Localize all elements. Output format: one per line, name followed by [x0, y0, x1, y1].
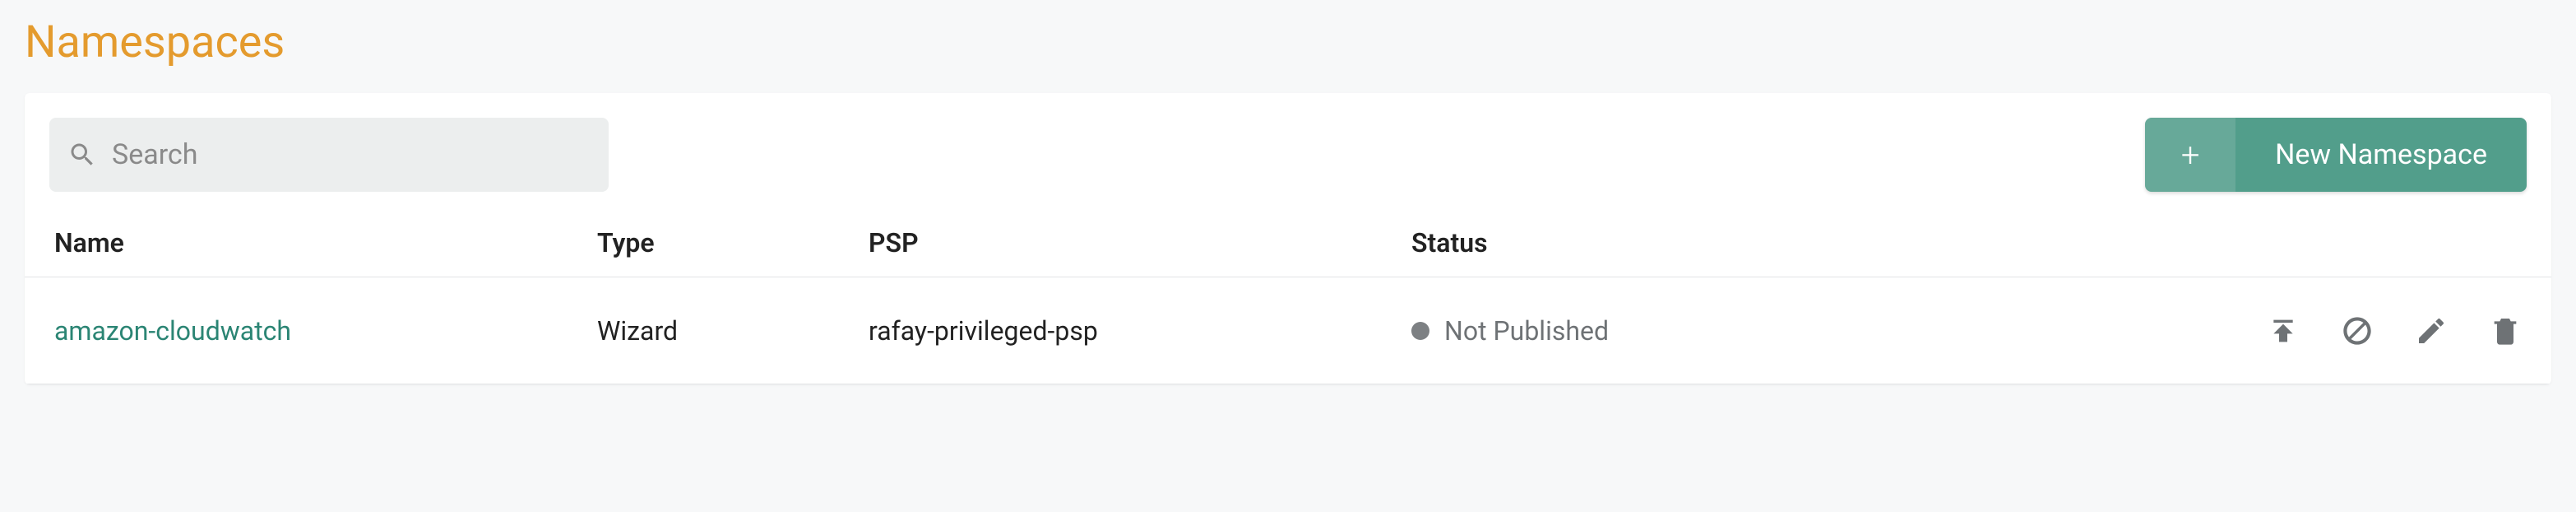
block-icon[interactable]	[2341, 314, 2374, 347]
table-row: amazon-cloudwatch Wizard rafay-privilege…	[25, 277, 2551, 384]
delete-icon[interactable]	[2489, 314, 2522, 347]
namespaces-card: + New Namespace Name Type PSP Status ama…	[25, 93, 2551, 384]
status-badge: Not Published	[1411, 315, 2143, 347]
search-input[interactable]	[112, 138, 591, 171]
new-namespace-button[interactable]: + New Namespace	[2145, 118, 2527, 192]
namespace-psp-cell: rafay-privileged-psp	[869, 315, 1411, 347]
column-header-type: Type	[597, 227, 869, 258]
status-dot-icon	[1411, 322, 1429, 340]
search-icon	[67, 140, 97, 170]
search-box[interactable]	[49, 118, 609, 192]
namespace-name-link[interactable]: amazon-cloudwatch	[54, 315, 291, 347]
column-header-name: Name	[54, 227, 597, 258]
publish-icon[interactable]	[2267, 314, 2300, 347]
plus-icon: +	[2145, 118, 2235, 192]
page-title: Namespaces	[25, 16, 2551, 68]
status-label: Not Published	[1444, 315, 1609, 347]
card-header: + New Namespace	[25, 93, 2551, 208]
namespace-type-cell: Wizard	[597, 315, 869, 347]
column-header-psp: PSP	[869, 227, 1411, 258]
edit-icon[interactable]	[2415, 314, 2448, 347]
table-header-row: Name Type PSP Status	[25, 208, 2551, 277]
namespaces-table: Name Type PSP Status amazon-cloudwatch W…	[25, 208, 2551, 384]
new-namespace-label: New Namespace	[2235, 118, 2527, 192]
column-header-status: Status	[1411, 227, 2143, 258]
